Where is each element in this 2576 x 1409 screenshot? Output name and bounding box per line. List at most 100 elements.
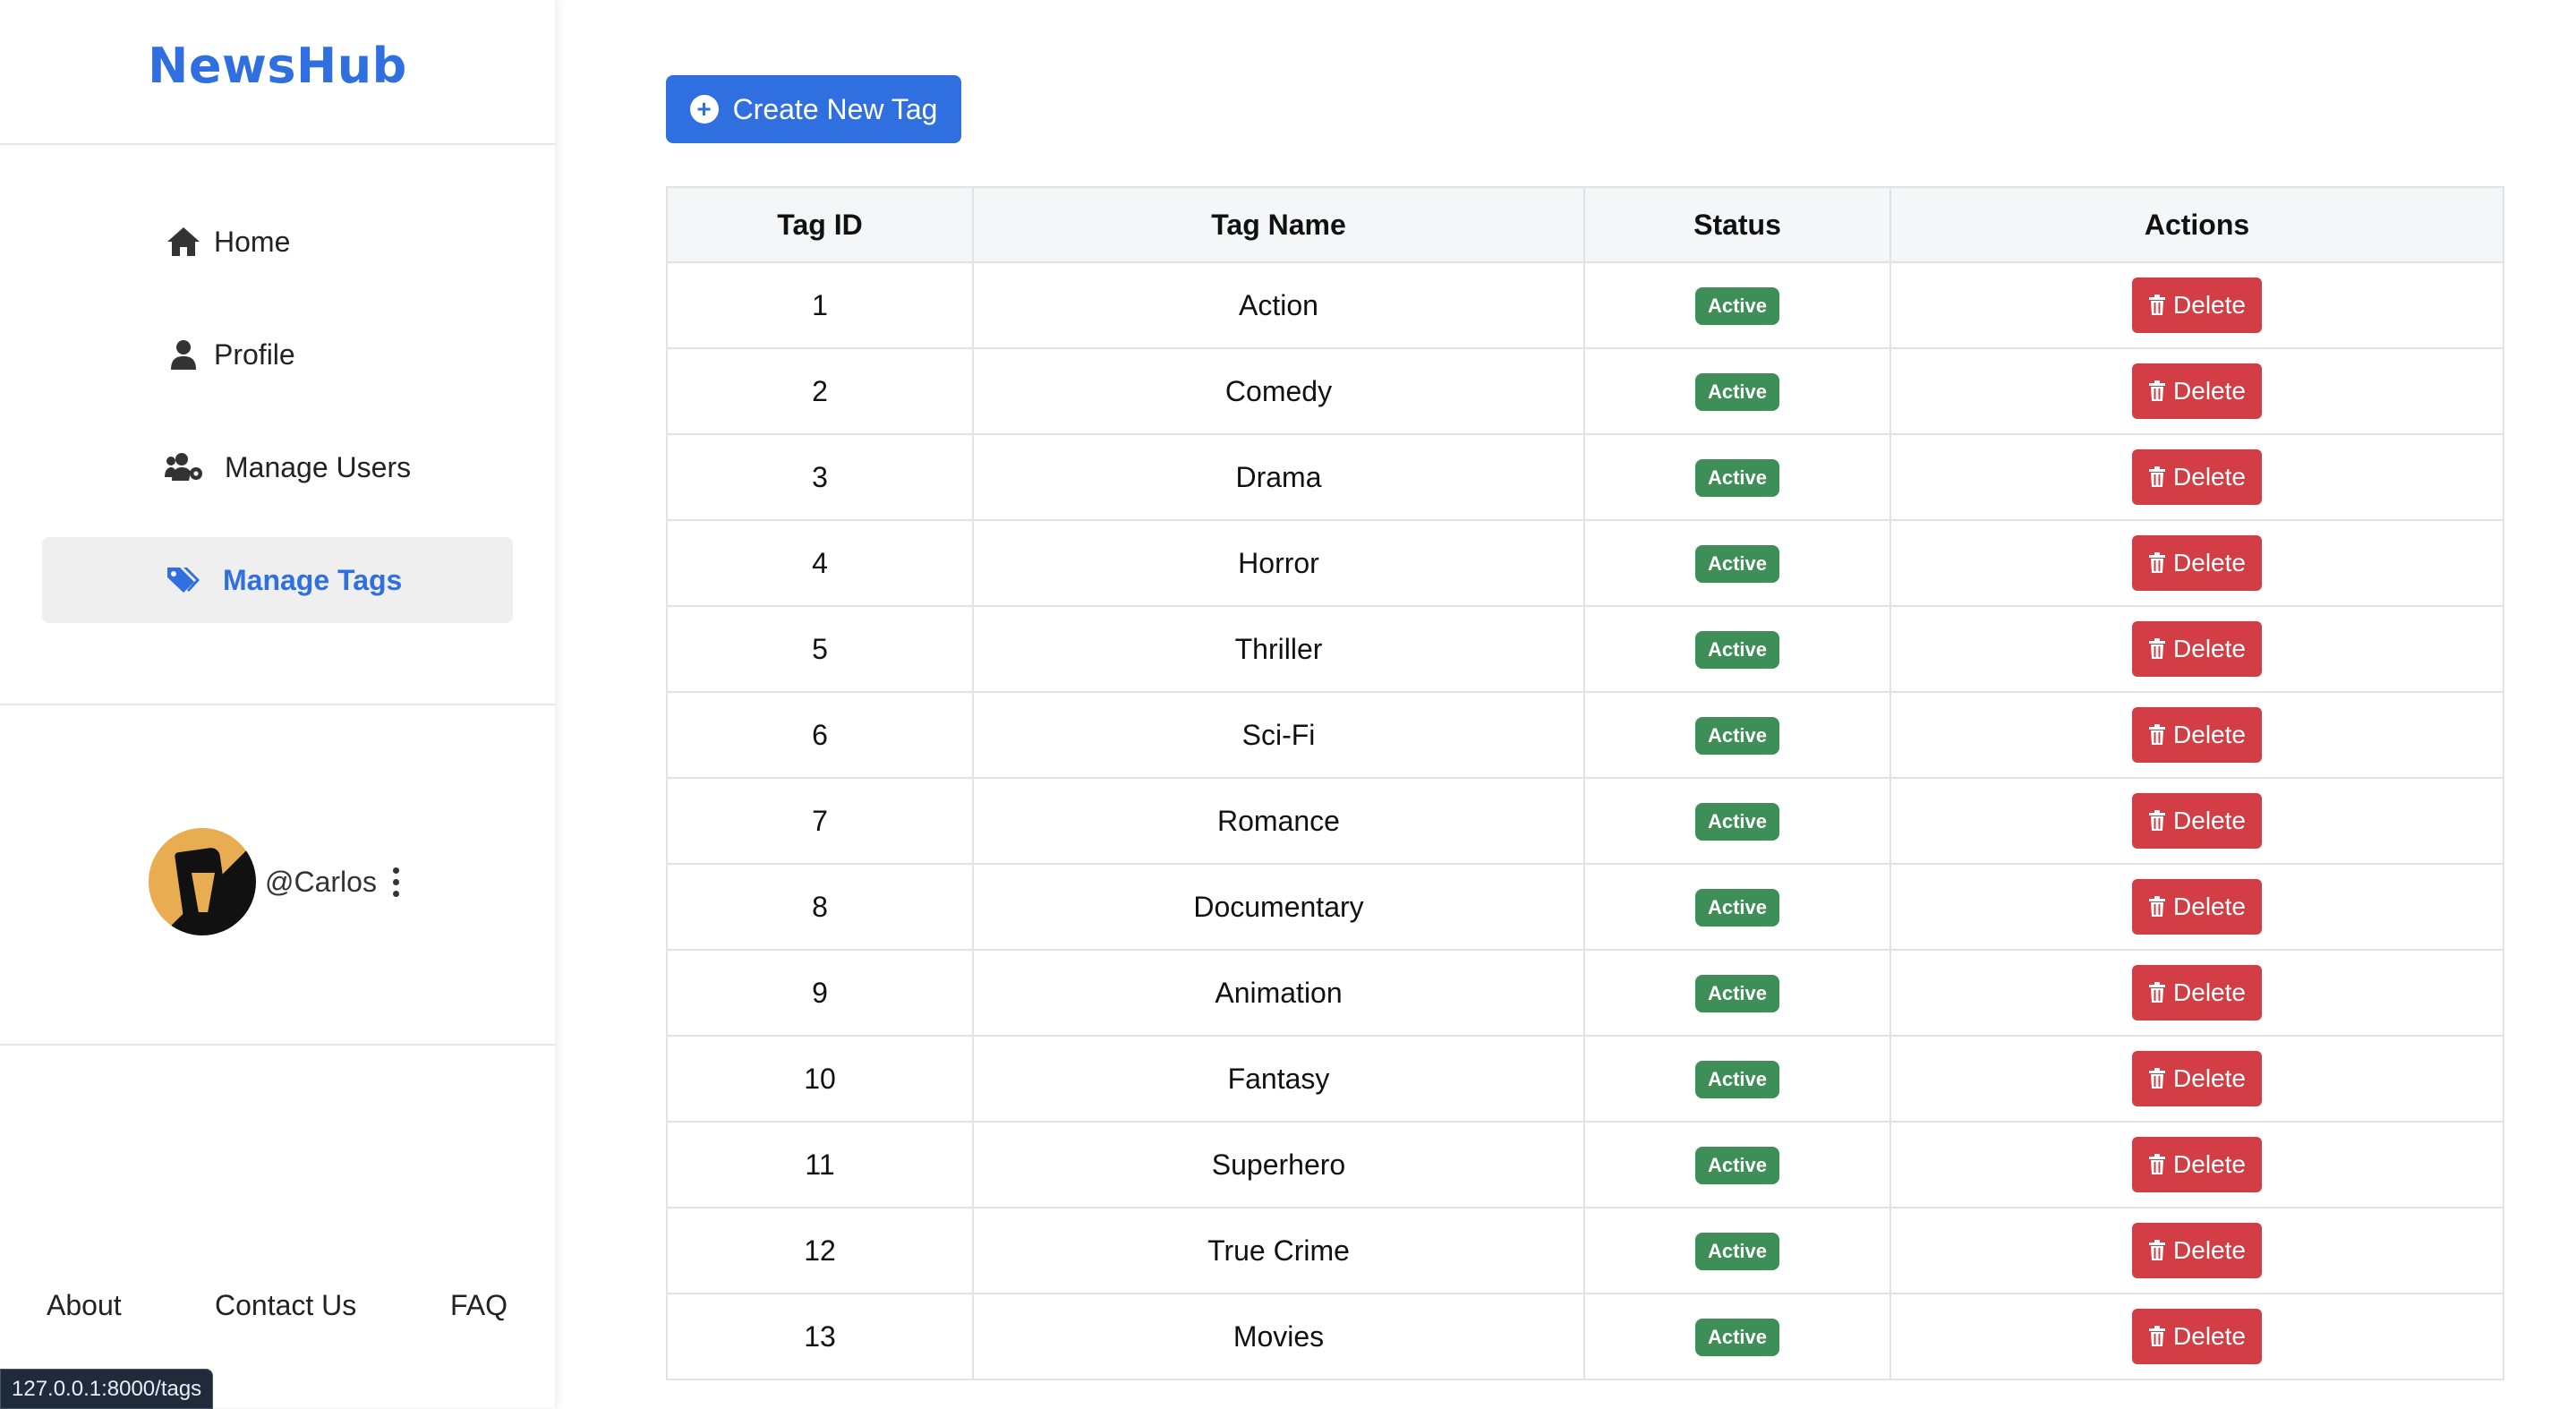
table-row: 8 Documentary Active Delete <box>666 863 2504 951</box>
delete-label: Delete <box>2173 721 2246 748</box>
status-badge: Active <box>1694 974 1780 1012</box>
trash-icon <box>2148 896 2166 918</box>
tag-id-cell: 10 <box>666 1035 974 1123</box>
table-row: 2 Comedy Active Delete <box>666 347 2504 435</box>
delete-button[interactable]: Delete <box>2132 793 2262 849</box>
sidebar-divider <box>0 143 555 145</box>
status-cell: Active <box>1583 433 1891 521</box>
trash-icon <box>2148 1068 2166 1089</box>
delete-button[interactable]: Delete <box>2132 1309 2262 1364</box>
column-header-name: Tag Name <box>972 186 1585 263</box>
table-row: 3 Drama Active Delete <box>666 433 2504 521</box>
delete-label: Delete <box>2173 1150 2246 1178</box>
tag-id-cell: 12 <box>666 1207 974 1294</box>
sidebar-item-label: Home <box>214 225 291 258</box>
delete-label: Delete <box>2173 1322 2246 1350</box>
status-cell: Active <box>1583 1121 1891 1208</box>
tags-icon <box>164 560 203 600</box>
column-header-status: Status <box>1583 186 1891 263</box>
actions-cell: Delete <box>1889 691 2504 779</box>
sidebar-item-home[interactable]: Home <box>42 199 513 285</box>
delete-button[interactable]: Delete <box>2132 1051 2262 1106</box>
status-cell: Active <box>1583 347 1891 435</box>
tag-name-cell: Thriller <box>972 605 1585 693</box>
table-row: 12 True Crime Active Delete <box>666 1207 2504 1294</box>
tag-id-cell: 9 <box>666 949 974 1037</box>
table-row: 11 Superhero Active Delete <box>666 1121 2504 1208</box>
delete-label: Delete <box>2173 549 2246 576</box>
tag-name-cell: Action <box>972 261 1585 349</box>
tag-name-cell: Animation <box>972 949 1585 1037</box>
delete-button[interactable]: Delete <box>2132 535 2262 591</box>
users-cog-icon <box>164 448 203 487</box>
delete-button[interactable]: Delete <box>2132 1137 2262 1192</box>
avatar[interactable] <box>149 828 256 935</box>
actions-cell: Delete <box>1889 1121 2504 1208</box>
delete-label: Delete <box>2173 291 2246 319</box>
tag-id-cell: 5 <box>666 605 974 693</box>
delete-button[interactable]: Delete <box>2132 1223 2262 1278</box>
sidebar-item-manage-users[interactable]: Manage Users <box>42 424 513 510</box>
username: @Carlos <box>265 865 377 898</box>
delete-button[interactable]: Delete <box>2132 363 2262 419</box>
trash-icon <box>2148 724 2166 746</box>
table-row: 7 Romance Active Delete <box>666 777 2504 865</box>
about-link[interactable]: About <box>47 1289 122 1322</box>
status-badge: Active <box>1694 630 1780 669</box>
status-badge: Active <box>1694 544 1780 583</box>
trash-icon <box>2148 982 2166 1003</box>
contact-link[interactable]: Contact Us <box>215 1289 356 1322</box>
delete-label: Delete <box>2173 377 2246 405</box>
status-badge: Active <box>1694 1060 1780 1098</box>
actions-cell: Delete <box>1889 1293 2504 1380</box>
tag-name-cell: Movies <box>972 1293 1585 1380</box>
status-badge: Active <box>1694 1318 1780 1356</box>
sidebar-item-profile[interactable]: Profile <box>42 312 513 397</box>
tag-id-cell: 8 <box>666 863 974 951</box>
status-cell: Active <box>1583 605 1891 693</box>
delete-label: Delete <box>2173 635 2246 662</box>
trash-icon <box>2148 810 2166 832</box>
faq-link[interactable]: FAQ <box>450 1289 508 1322</box>
actions-cell: Delete <box>1889 605 2504 693</box>
sidebar-divider <box>0 704 555 705</box>
tag-name-cell: Sci-Fi <box>972 691 1585 779</box>
status-cell: Active <box>1583 519 1891 607</box>
tag-name-cell: Drama <box>972 433 1585 521</box>
create-tag-button[interactable]: + Create New Tag <box>666 75 961 143</box>
table-row: 13 Movies Active Delete <box>666 1293 2504 1380</box>
tag-name-cell: Horror <box>972 519 1585 607</box>
delete-button[interactable]: Delete <box>2132 449 2262 505</box>
status-badge: Active <box>1694 888 1780 927</box>
delete-label: Delete <box>2173 978 2246 1006</box>
tag-name-cell: Comedy <box>972 347 1585 435</box>
sidebar: NewsHub Home Profile Manage Users Manage… <box>0 0 556 1407</box>
table-row: 5 Thriller Active Delete <box>666 605 2504 693</box>
status-cell: Active <box>1583 1293 1891 1380</box>
delete-button[interactable]: Delete <box>2132 879 2262 935</box>
status-cell: Active <box>1583 863 1891 951</box>
trash-icon <box>2148 638 2166 660</box>
actions-cell: Delete <box>1889 1207 2504 1294</box>
sidebar-item-manage-tags[interactable]: Manage Tags <box>42 537 513 623</box>
delete-label: Delete <box>2173 463 2246 491</box>
tag-id-cell: 11 <box>666 1121 974 1208</box>
tag-name-cell: Romance <box>972 777 1585 865</box>
delete-label: Delete <box>2173 807 2246 834</box>
status-cell: Active <box>1583 777 1891 865</box>
trash-icon <box>2148 295 2166 316</box>
delete-button[interactable]: Delete <box>2132 707 2262 763</box>
brand-logo[interactable]: NewsHub <box>0 38 555 94</box>
delete-label: Delete <box>2173 892 2246 920</box>
user-profile: @Carlos <box>149 827 399 936</box>
delete-button[interactable]: Delete <box>2132 621 2262 677</box>
actions-cell: Delete <box>1889 347 2504 435</box>
trash-icon <box>2148 380 2166 402</box>
table-row: 6 Sci-Fi Active Delete <box>666 691 2504 779</box>
plus-circle-icon: + <box>689 95 719 124</box>
more-options-icon[interactable] <box>392 867 399 897</box>
status-cell: Active <box>1583 261 1891 349</box>
delete-button[interactable]: Delete <box>2132 965 2262 1020</box>
delete-button[interactable]: Delete <box>2132 278 2262 333</box>
table-row: 1 Action Active Delete <box>666 261 2504 349</box>
